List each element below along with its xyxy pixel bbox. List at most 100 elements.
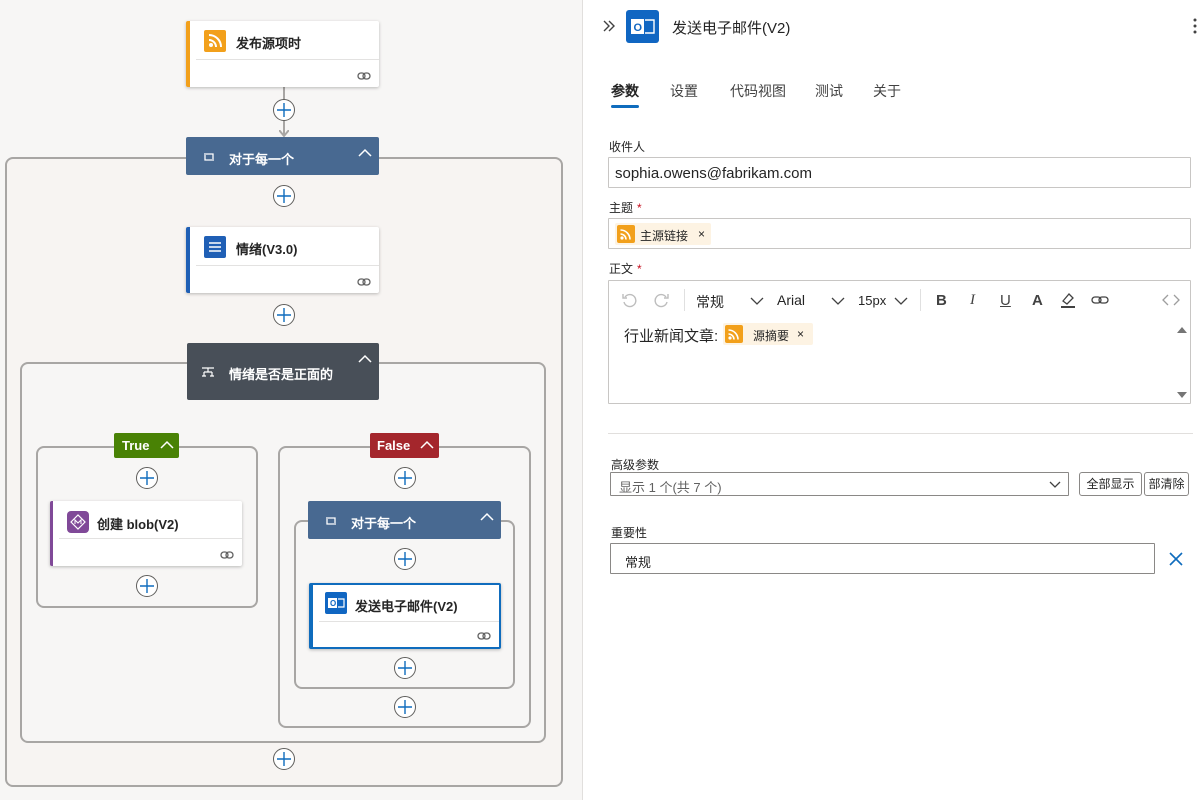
sentiment-card[interactable]: 情绪(V3.0)	[186, 227, 379, 293]
italic-icon[interactable]: I	[970, 292, 975, 309]
condition-header[interactable]: 情绪是否是正面的	[187, 343, 379, 400]
chevron-up-icon[interactable]	[160, 440, 174, 450]
body-label-text: 正文	[609, 262, 634, 276]
chevron-up-icon[interactable]	[357, 147, 373, 159]
body-text: 行业新闻文章:	[624, 328, 719, 345]
toolbar-divider	[920, 289, 921, 311]
add-step-button[interactable]	[273, 748, 295, 770]
divider	[59, 538, 242, 539]
add-step-button[interactable]	[273, 99, 295, 121]
subject-token-label: 主源链接	[640, 229, 689, 243]
more-options-icon[interactable]	[1193, 18, 1197, 34]
svg-text:O: O	[634, 22, 643, 34]
subject-token[interactable]: 主源链接 ×	[615, 223, 711, 245]
token-remove-icon[interactable]: ×	[698, 227, 705, 241]
link-icon	[357, 72, 371, 80]
tab-parameters[interactable]: 参数	[611, 81, 639, 108]
clear-all-button[interactable]: 部清除	[1144, 472, 1189, 496]
section-divider	[608, 433, 1193, 434]
link-icon[interactable]	[1091, 294, 1109, 306]
highlight-icon[interactable]	[1060, 291, 1076, 309]
close-icon[interactable]	[1168, 551, 1184, 567]
token-remove-icon[interactable]: ×	[797, 327, 804, 341]
designer-canvas[interactable]: 发布源项时 对于每一个 情绪(V3.0) 情绪是否是正面的 True False…	[0, 0, 582, 800]
chevron-up-icon[interactable]	[420, 440, 434, 450]
code-view-icon[interactable]	[1162, 294, 1180, 306]
subject-label-text: 主题	[609, 201, 634, 215]
font-family-select[interactable]: Arial	[777, 292, 805, 308]
true-label-text: True	[122, 438, 150, 453]
sentiment-title: 情绪(V3.0)	[236, 242, 298, 257]
font-color-icon[interactable]: A	[1032, 292, 1043, 309]
advanced-params-dropdown[interactable]: 显示 1 个(共 7 个)	[610, 472, 1069, 496]
add-step-button[interactable]	[136, 467, 158, 489]
false-label-text: False	[377, 438, 411, 453]
collapse-panel-icon[interactable]	[602, 19, 616, 33]
scroll-down-icon[interactable]	[1177, 391, 1187, 399]
tab-about[interactable]: 关于	[873, 81, 901, 101]
foreach-outer-header[interactable]: 对于每一个	[186, 137, 379, 175]
chevron-down-icon[interactable]	[831, 297, 845, 306]
tab-code-view[interactable]: 代码视图	[730, 81, 786, 101]
add-step-button[interactable]	[136, 575, 158, 597]
add-step-button[interactable]	[394, 467, 416, 489]
condition-title: 情绪是否是正面的	[229, 367, 334, 382]
body-token-label: 源摘要	[753, 329, 790, 343]
chevron-down-icon[interactable]	[894, 297, 908, 306]
subject-field[interactable]: 主源链接 ×	[608, 218, 1191, 249]
rss-icon	[725, 325, 743, 343]
foreach-outer-title: 对于每一个	[229, 152, 295, 167]
create-blob-card[interactable]: 创建 blob(V2)	[50, 501, 242, 566]
to-field[interactable]: sophia.owens@fabrikam.com	[608, 157, 1191, 188]
importance-value: 常规	[625, 555, 652, 570]
link-icon	[220, 551, 234, 559]
divider	[196, 59, 379, 60]
importance-field[interactable]: 常规	[610, 543, 1155, 574]
bold-icon[interactable]: B	[936, 292, 947, 309]
false-branch-label[interactable]: False	[370, 433, 439, 458]
required-mark: *	[637, 201, 642, 215]
body-label: 正文 *	[609, 260, 642, 277]
importance-label: 重要性	[611, 526, 648, 540]
create-blob-title: 创建 blob(V2)	[97, 517, 179, 532]
foreach-inner-title: 对于每一个	[351, 516, 417, 531]
foreach-inner-header[interactable]: 对于每一个	[308, 501, 501, 539]
loop-icon	[204, 153, 214, 161]
font-size-select[interactable]: 15px	[858, 293, 886, 308]
body-token[interactable]: 源摘要 ×	[723, 323, 813, 345]
add-step-button[interactable]	[394, 696, 416, 718]
outlook-icon: O	[325, 592, 347, 614]
tab-testing[interactable]: 测试	[815, 81, 843, 101]
details-panel: O 发送电子邮件(V2) 参数 设置 代码视图 测试 关于 收件人 sophia…	[582, 0, 1200, 800]
chevron-down-icon[interactable]	[750, 297, 764, 306]
add-step-button[interactable]	[273, 185, 295, 207]
divider	[196, 265, 379, 266]
paragraph-style-select[interactable]: 常规	[696, 292, 724, 312]
body-editor[interactable]: 常规 Arial 15px B I U A 行业新闻文章: 源摘要 ×	[608, 280, 1191, 404]
link-icon	[477, 632, 491, 640]
tab-settings[interactable]: 设置	[670, 81, 698, 101]
subject-label: 主题 *	[609, 199, 642, 216]
send-email-card[interactable]: O 发送电子邮件(V2)	[309, 583, 501, 649]
scroll-up-icon[interactable]	[1177, 326, 1187, 334]
send-email-title: 发送电子邮件(V2)	[355, 599, 458, 614]
undo-icon[interactable]	[621, 292, 637, 308]
trigger-title: 发布源项时	[236, 36, 302, 51]
underline-icon[interactable]: U	[1000, 292, 1011, 309]
text-analytics-icon	[204, 236, 226, 258]
add-step-button[interactable]	[273, 304, 295, 326]
show-all-button[interactable]: 全部显示	[1079, 472, 1142, 496]
add-step-button[interactable]	[394, 657, 416, 679]
link-icon	[357, 278, 371, 286]
true-branch-label[interactable]: True	[114, 433, 179, 458]
advanced-params-label: 高级参数	[611, 458, 660, 472]
loop-icon	[326, 517, 336, 525]
chevron-down-icon[interactable]	[1049, 481, 1061, 489]
chevron-up-icon[interactable]	[357, 353, 373, 365]
redo-icon[interactable]	[654, 292, 670, 308]
add-step-button[interactable]	[394, 548, 416, 570]
chevron-up-icon[interactable]	[479, 511, 495, 523]
panel-title: 发送电子邮件(V2)	[672, 20, 791, 37]
trigger-card[interactable]: 发布源项时	[186, 21, 379, 87]
to-label: 收件人	[609, 140, 646, 154]
